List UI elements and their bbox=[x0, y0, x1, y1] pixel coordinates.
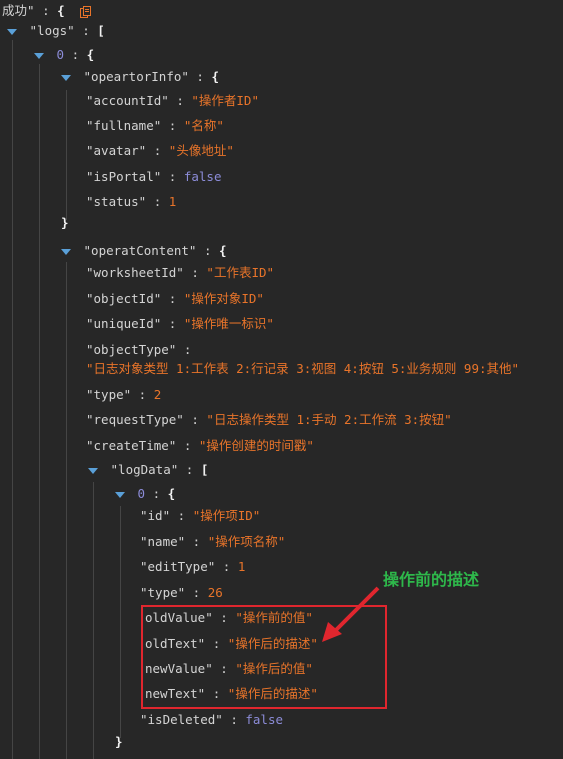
indent-guide bbox=[12, 40, 13, 759]
operat-content-row[interactable]: "operatContent" : { bbox=[61, 240, 227, 262]
fullname-row: "fullname" : "名称" bbox=[86, 118, 224, 133]
indent-guide bbox=[39, 64, 40, 759]
log-data-row[interactable]: "logData" : [ bbox=[88, 459, 208, 481]
status-key: "status" bbox=[86, 194, 147, 209]
logs-key: "logs" bbox=[29, 23, 75, 38]
create-time-key: "createTime" bbox=[86, 438, 177, 453]
is-deleted-key: "isDeleted" bbox=[140, 712, 223, 727]
log-type-value: 26 bbox=[207, 585, 223, 600]
is-portal-key: "isPortal" bbox=[86, 169, 162, 184]
edit-type-row: "editType" : 1 bbox=[140, 559, 246, 574]
log-id-value: "操作项ID" bbox=[192, 508, 261, 523]
request-type-value: "日志操作类型 1:手动 2:工作流 3:按钮" bbox=[206, 412, 452, 427]
log-type-key: "type" bbox=[140, 585, 186, 600]
colon: : bbox=[42, 3, 50, 18]
log-data-item-0-row[interactable]: 0 : { bbox=[115, 483, 175, 505]
account-id-key: "accountId" bbox=[86, 93, 169, 108]
is-portal-value: false bbox=[183, 169, 222, 184]
create-time-value: "操作创建的时间戳" bbox=[198, 438, 314, 453]
indent-guide bbox=[66, 90, 67, 220]
open-bracket: [ bbox=[97, 23, 105, 38]
json-root-row: 成功" : { bbox=[2, 0, 92, 22]
log-id-row: "id" : "操作项ID" bbox=[140, 508, 261, 523]
logs-row[interactable]: "logs" : [ bbox=[7, 20, 105, 42]
array-index: 0 bbox=[56, 47, 65, 62]
is-deleted-value: false bbox=[245, 712, 284, 727]
open-brace: { bbox=[57, 3, 65, 18]
collapse-toggle-icon[interactable] bbox=[61, 74, 71, 81]
log-name-value: "操作项名称" bbox=[207, 534, 286, 549]
close-brace-row: } bbox=[61, 212, 69, 234]
array-index: 0 bbox=[137, 486, 146, 501]
type-key: "type" bbox=[86, 387, 132, 402]
close-brace: } bbox=[115, 734, 123, 749]
open-brace: { bbox=[211, 69, 220, 84]
request-type-row: "requestType" : "日志操作类型 1:手动 2:工作流 3:按钮" bbox=[86, 412, 452, 427]
collapse-toggle-icon[interactable] bbox=[7, 28, 17, 35]
close-brace: } bbox=[61, 215, 69, 230]
object-id-row: "objectId" : "操作对象ID" bbox=[86, 291, 264, 306]
object-type-key: "objectType" bbox=[86, 342, 177, 357]
fullname-key: "fullname" bbox=[86, 118, 162, 133]
object-id-value: "操作对象ID" bbox=[183, 291, 264, 306]
open-brace: { bbox=[167, 486, 176, 501]
unique-id-key: "uniqueId" bbox=[86, 316, 162, 331]
arrow-icon bbox=[322, 586, 380, 642]
unique-id-value: "操作唯一标识" bbox=[183, 316, 274, 331]
object-type-value-row: "日志对象类型 1:工作表 2:行记录 3:视图 4:按钮 5:业务规则 99:… bbox=[86, 358, 519, 380]
annotation-label: 操作前的描述 bbox=[383, 570, 480, 589]
request-type-key: "requestType" bbox=[86, 412, 184, 427]
object-type-value: "日志对象类型 1:工作表 2:行记录 3:视图 4:按钮 5:业务规则 99:… bbox=[86, 361, 520, 376]
account-id-row: "accountId" : "操作者ID" bbox=[86, 93, 259, 108]
create-time-row: "createTime" : "操作创建的时间戳" bbox=[86, 438, 314, 453]
collapse-toggle-icon[interactable] bbox=[88, 467, 98, 474]
unique-id-row: "uniqueId" : "操作唯一标识" bbox=[86, 316, 274, 331]
worksheet-id-value: "工作表ID" bbox=[206, 265, 275, 280]
operator-info-row[interactable]: "opeartorInfo" : { bbox=[61, 66, 219, 88]
avatar-row: "avatar" : "头像地址" bbox=[86, 143, 234, 158]
collapse-toggle-icon[interactable] bbox=[61, 248, 71, 255]
object-id-key: "objectId" bbox=[86, 291, 162, 306]
status-row: "status" : 1 bbox=[86, 194, 177, 209]
worksheet-id-key: "worksheetId" bbox=[86, 265, 184, 280]
is-deleted-row: "isDeleted" : false bbox=[140, 712, 284, 727]
avatar-value: "头像地址" bbox=[168, 143, 234, 158]
indent-guide bbox=[120, 506, 121, 738]
operator-info-key: "opeartorInfo" bbox=[83, 69, 189, 84]
type-value: 2 bbox=[153, 387, 162, 402]
worksheet-id-row: "worksheetId" : "工作表ID" bbox=[86, 265, 275, 280]
logs-item-0-row[interactable]: 0 : { bbox=[34, 44, 94, 66]
open-bracket: [ bbox=[200, 462, 209, 477]
log-name-key: "name" bbox=[140, 534, 186, 549]
operat-content-key: "operatContent" bbox=[83, 243, 197, 258]
log-type-row: "type" : 26 bbox=[140, 585, 223, 600]
avatar-key: "avatar" bbox=[86, 143, 147, 158]
open-brace: { bbox=[86, 47, 95, 62]
edit-type-value: 1 bbox=[237, 559, 246, 574]
open-brace: { bbox=[219, 243, 227, 258]
fullname-value: "名称" bbox=[183, 118, 224, 133]
account-id-value: "操作者ID" bbox=[191, 93, 259, 108]
edit-type-key: "editType" bbox=[140, 559, 216, 574]
copy-icon[interactable] bbox=[80, 5, 92, 18]
collapse-toggle-icon[interactable] bbox=[34, 52, 44, 59]
indent-guide bbox=[66, 262, 67, 759]
type-row: "type" : 2 bbox=[86, 387, 162, 402]
success-key: 成功" bbox=[2, 3, 35, 18]
log-data-key: "logData" bbox=[110, 462, 179, 477]
collapse-toggle-icon[interactable] bbox=[115, 491, 125, 498]
log-name-row: "name" : "操作项名称" bbox=[140, 534, 286, 549]
log-id-key: "id" bbox=[140, 508, 171, 523]
is-portal-row: "isPortal" : false bbox=[86, 169, 222, 184]
close-brace-row: } bbox=[115, 731, 123, 753]
indent-guide bbox=[93, 482, 94, 759]
status-value: 1 bbox=[168, 194, 177, 209]
